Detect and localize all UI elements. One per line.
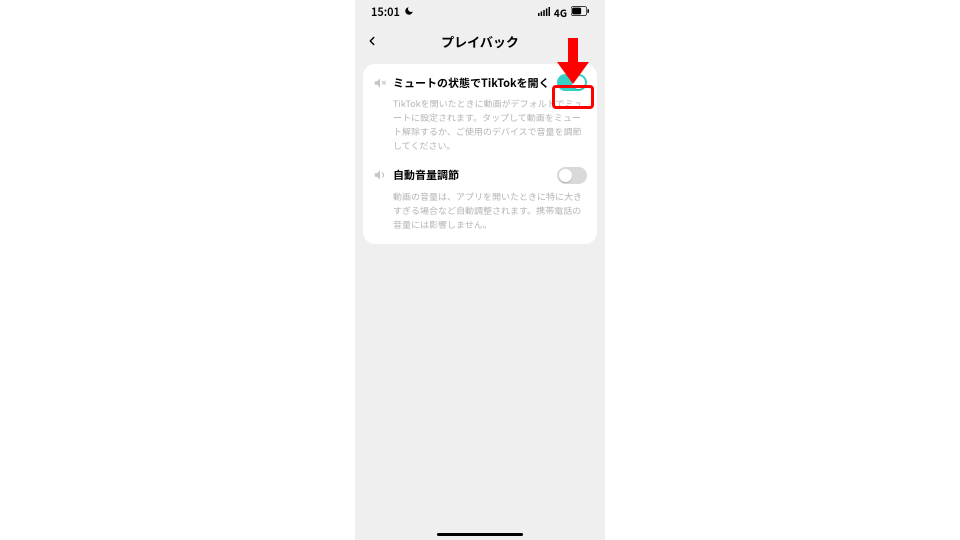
toggle-auto-volume[interactable] [557, 167, 587, 184]
setting-auto-volume: 自動音量調節 [373, 167, 587, 184]
annotation-arrow-icon [557, 38, 589, 89]
setting-label: ミュートの状態でTikTokを開く [393, 75, 551, 91]
network-label: 4G [554, 5, 567, 20]
battery-icon [571, 4, 589, 20]
status-bar: 15:01 4G [355, 0, 605, 24]
volume-icon [373, 168, 387, 182]
volume-mute-icon [373, 76, 387, 90]
signal-icon [538, 4, 550, 20]
moon-icon [404, 4, 414, 20]
setting-label: 自動音量調節 [393, 167, 551, 183]
setting-description: 動画の音量は、アプリを開いたときに特に大きすぎる場合など自動調整されます。携帯電… [393, 190, 587, 232]
back-button[interactable] [365, 33, 379, 49]
status-time: 15:01 [371, 4, 400, 20]
page-title: プレイバック [441, 32, 519, 51]
home-indicator[interactable] [437, 533, 523, 536]
